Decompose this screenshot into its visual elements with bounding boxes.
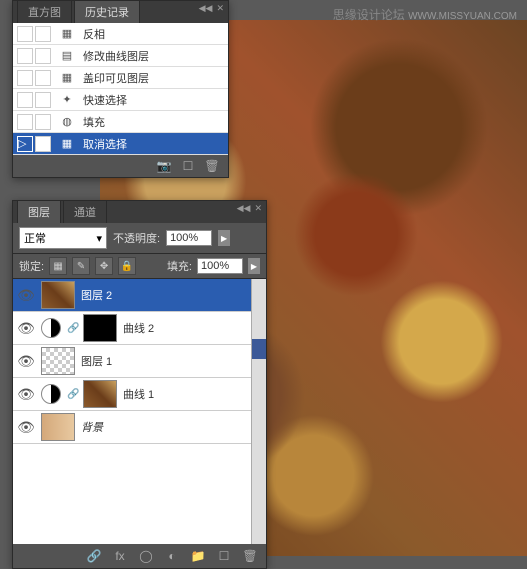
opacity-arrow[interactable]: ▶ [218, 230, 230, 246]
history-tab-bar: 直方图 历史记录 ◀◀ ✕ [13, 1, 228, 23]
deselect-icon: ▦ [59, 136, 75, 152]
tab-history[interactable]: 历史记录 [74, 0, 140, 23]
curves-icon: ▤ [59, 48, 75, 64]
layer-thumb[interactable] [41, 413, 75, 441]
adjustment-layer-icon[interactable]: ◐ [164, 548, 180, 564]
blend-mode-select[interactable]: 正常▾ [19, 227, 107, 249]
close-icon[interactable]: ✕ [254, 203, 262, 214]
history-item[interactable]: ◍ 填充 [13, 111, 228, 133]
tab-histogram[interactable]: 直方图 [17, 0, 72, 23]
link-layers-icon[interactable]: 🔗 [86, 548, 102, 564]
layers-tab-bar: 图层 通道 ◀◀ ✕ [13, 201, 266, 223]
adjustment-icon [41, 384, 61, 404]
mask-thumb[interactable] [83, 314, 117, 342]
visibility-icon[interactable]: 👁 [17, 418, 35, 436]
lock-all-icon[interactable]: 🔒 [118, 257, 136, 275]
visibility-icon[interactable]: 👁 [17, 319, 35, 337]
lock-position-icon[interactable]: ✥ [95, 257, 113, 275]
stamp-icon: ▦ [59, 70, 75, 86]
fill-input[interactable]: 100% [197, 258, 243, 274]
history-item[interactable]: ▦ 反相 [13, 23, 228, 45]
lock-row: 锁定: ▦ ✎ ✥ 🔒 填充: 100% ▶ [13, 254, 266, 279]
watermark-text: 思缘设计论坛 [333, 8, 405, 22]
group-icon[interactable]: 📁 [190, 548, 206, 564]
lock-pixels-icon[interactable]: ✎ [72, 257, 90, 275]
layer-thumb[interactable] [41, 281, 75, 309]
history-item[interactable]: ▦ 盖印可见图层 [13, 67, 228, 89]
layers-footer: 🔗 fx ◯ ◐ 📁 ☐ 🗑 [13, 544, 266, 568]
trash-icon[interactable]: 🗑 [242, 548, 258, 564]
history-footer: 📷 ☐ 🗑 [13, 155, 228, 177]
visibility-icon[interactable]: 👁 [17, 385, 35, 403]
link-icon: 🔗 [67, 389, 77, 400]
wand-icon: ✦ [59, 92, 75, 108]
adjustment-icon [41, 318, 61, 338]
visibility-icon[interactable]: 👁 [17, 286, 35, 304]
fx-icon[interactable]: fx [112, 548, 128, 564]
layer-list: 👁 图层 2 👁 🔗 曲线 2 👁 图层 1 👁 🔗 [13, 279, 251, 544]
scrollbar[interactable] [251, 279, 266, 544]
history-panel: 直方图 历史记录 ◀◀ ✕ ▦ 反相 ▤ 修改曲线图层 ▦ 盖印可见图层 [12, 0, 229, 178]
lock-label: 锁定: [19, 258, 44, 274]
fill-label: 填充: [167, 258, 192, 274]
layer-row[interactable]: 👁 🔗 曲线 2 [13, 312, 251, 345]
collapse-icon[interactable]: ◀◀ [199, 3, 213, 14]
history-item-selected[interactable]: ▷ ▦ 取消选择 [13, 133, 228, 155]
collapse-icon[interactable]: ◀◀ [237, 203, 251, 214]
new-layer-icon[interactable]: ☐ [216, 548, 232, 564]
fill-icon: ◍ [59, 114, 75, 130]
watermark: 思缘设计论坛 WWW.MISSYUAN.COM [333, 6, 517, 23]
layer-row[interactable]: 👁 🔗 曲线 1 [13, 378, 251, 411]
mask-thumb[interactable] [83, 380, 117, 408]
fill-arrow[interactable]: ▶ [248, 258, 260, 274]
lock-transparency-icon[interactable]: ▦ [49, 257, 67, 275]
history-item[interactable]: ✦ 快速选择 [13, 89, 228, 111]
tab-layers[interactable]: 图层 [17, 200, 61, 223]
layer-row[interactable]: 👁 背景 [13, 411, 251, 444]
snapshot-icon[interactable]: 📷 [156, 158, 172, 174]
layer-row[interactable]: 👁 图层 2 [13, 279, 251, 312]
link-icon: 🔗 [67, 323, 77, 334]
new-state-icon[interactable]: ☐ [180, 158, 196, 174]
close-icon[interactable]: ✕ [216, 3, 224, 14]
trash-icon[interactable]: 🗑 [204, 158, 220, 174]
history-list: ▦ 反相 ▤ 修改曲线图层 ▦ 盖印可见图层 ✦ 快速选择 ◍ 填充 [13, 23, 228, 155]
history-item[interactable]: ▤ 修改曲线图层 [13, 45, 228, 67]
opacity-input[interactable]: 100% [166, 230, 212, 246]
layer-thumb[interactable] [41, 347, 75, 375]
invert-icon: ▦ [59, 26, 75, 42]
visibility-icon[interactable]: 👁 [17, 352, 35, 370]
tab-channels[interactable]: 通道 [63, 200, 107, 223]
layers-panel: 图层 通道 ◀◀ ✕ 正常▾ 不透明度: 100% ▶ 锁定: ▦ ✎ ✥ 🔒 … [12, 200, 267, 569]
mask-icon[interactable]: ◯ [138, 548, 154, 564]
layer-options-row: 正常▾ 不透明度: 100% ▶ [13, 223, 266, 254]
layer-row[interactable]: 👁 图层 1 [13, 345, 251, 378]
watermark-url: WWW.MISSYUAN.COM [408, 11, 517, 22]
opacity-label: 不透明度: [113, 230, 160, 246]
